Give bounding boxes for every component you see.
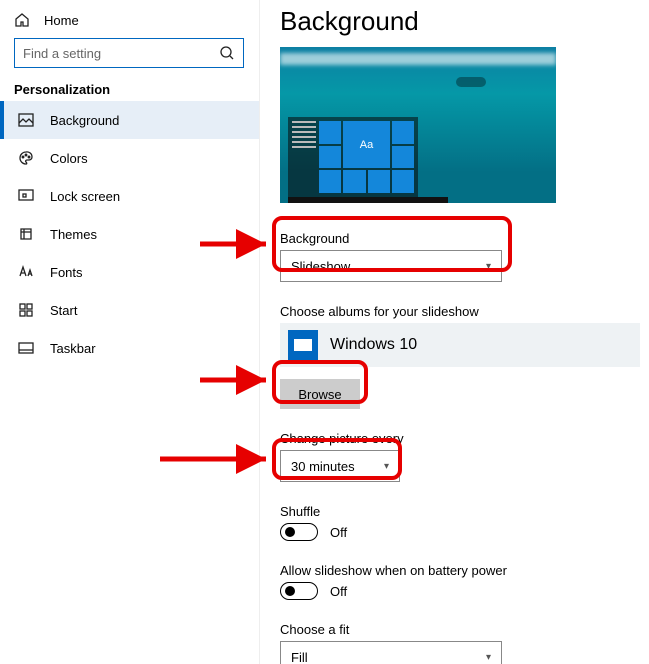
fit-dropdown[interactable]: Fill ▾	[280, 641, 502, 664]
albums-label: Choose albums for your slideshow	[280, 304, 649, 319]
main-content: Background Aa Background	[260, 0, 649, 664]
page-title: Background	[280, 6, 649, 37]
lock-screen-icon	[18, 188, 34, 204]
chevron-down-icon: ▾	[384, 461, 389, 472]
desktop-preview: Aa	[280, 47, 556, 203]
start-icon	[18, 302, 34, 318]
shuffle-toggle[interactable]	[280, 523, 318, 541]
sidebar-item-background[interactable]: Background	[0, 101, 259, 139]
section-heading: Personalization	[0, 82, 259, 101]
sidebar-item-label: Fonts	[50, 265, 83, 280]
sidebar-item-label: Themes	[50, 227, 97, 242]
taskbar-icon	[18, 340, 34, 356]
sidebar-item-fonts[interactable]: Fonts	[0, 253, 259, 291]
sidebar-item-label: Background	[50, 113, 119, 128]
sidebar-item-themes[interactable]: Themes	[0, 215, 259, 253]
sidebar-item-label: Start	[50, 303, 77, 318]
background-value: Slideshow	[291, 259, 350, 274]
battery-toggle[interactable]	[280, 582, 318, 600]
themes-icon	[18, 226, 34, 242]
home-label: Home	[44, 13, 79, 28]
sidebar-item-label: Colors	[50, 151, 88, 166]
change-interval-dropdown[interactable]: 30 minutes ▾	[280, 450, 400, 482]
album-row[interactable]: Windows 10	[280, 323, 640, 367]
nav-home[interactable]: Home	[0, 8, 259, 38]
chevron-down-icon: ▾	[486, 652, 491, 663]
sidebar-item-start[interactable]: Start	[0, 291, 259, 329]
home-icon	[14, 12, 30, 28]
search-placeholder: Find a setting	[23, 46, 101, 61]
album-thumb-icon	[288, 330, 318, 360]
fonts-icon	[18, 264, 34, 280]
change-picture-label: Change picture every	[280, 431, 649, 446]
battery-label: Allow slideshow when on battery power	[280, 563, 649, 578]
sidebar-item-colors[interactable]: Colors	[0, 139, 259, 177]
sidebar-item-lockscreen[interactable]: Lock screen	[0, 177, 259, 215]
fit-value: Fill	[291, 650, 308, 664]
sidebar-item-label: Taskbar	[50, 341, 96, 356]
background-label: Background	[280, 231, 649, 246]
sidebar-item-taskbar[interactable]: Taskbar	[0, 329, 259, 367]
shuffle-state: Off	[330, 525, 347, 540]
preview-tile-text: Aa	[343, 121, 390, 168]
picture-icon	[18, 112, 34, 128]
search-icon	[219, 45, 235, 61]
shuffle-label: Shuffle	[280, 504, 649, 519]
background-dropdown[interactable]: Slideshow ▾	[280, 250, 502, 282]
change-interval-value: 30 minutes	[291, 459, 355, 474]
album-name: Windows 10	[330, 336, 417, 354]
battery-state: Off	[330, 584, 347, 599]
fit-label: Choose a fit	[280, 622, 649, 637]
browse-button[interactable]: Browse	[280, 379, 360, 409]
palette-icon	[18, 150, 34, 166]
chevron-down-icon: ▾	[486, 261, 491, 272]
sidebar-item-label: Lock screen	[50, 189, 120, 204]
sidebar: Home Find a setting Personalization Back…	[0, 0, 260, 664]
search-input[interactable]: Find a setting	[14, 38, 244, 68]
